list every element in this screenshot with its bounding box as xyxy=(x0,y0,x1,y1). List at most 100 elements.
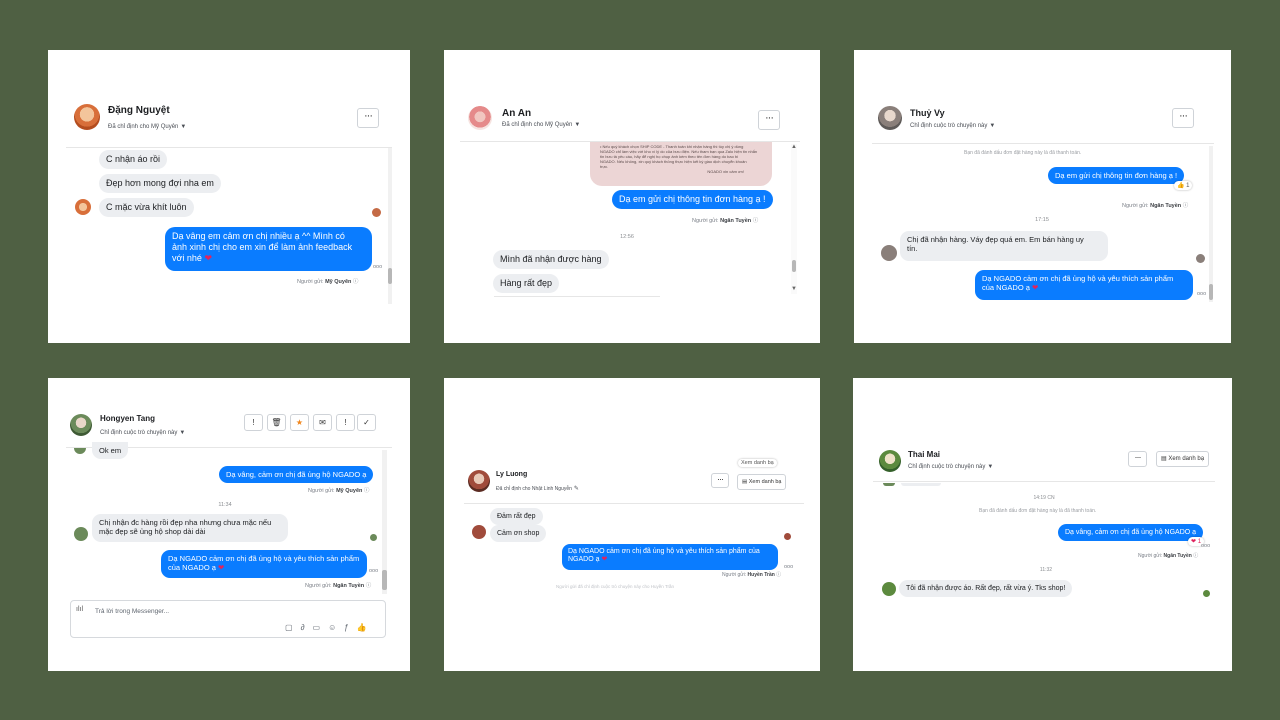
scroll-down-icon[interactable]: ▼ xyxy=(791,286,797,292)
assignment-label[interactable]: Chỉ định cuộc trò chuyện này ▼ xyxy=(910,123,995,129)
avatar[interactable] xyxy=(878,106,902,130)
scrollbar[interactable] xyxy=(1209,146,1213,302)
sender-avatar xyxy=(75,199,91,215)
contact-name[interactable]: Thuỷ Vy xyxy=(910,108,945,118)
contact-name[interactable]: Hongyen Tang xyxy=(100,414,155,423)
timestamp: 12:56 xyxy=(620,234,634,240)
info-icon[interactable]: ⓘ xyxy=(753,218,759,224)
tooltip: Xem danh bạ xyxy=(738,459,777,467)
chat-icon[interactable]: ▭ xyxy=(313,623,329,632)
chat-card-1: Đặng Nguyệt Đã chỉ định cho Mỹ Quyên ▼ ··… xyxy=(48,50,410,343)
incoming-message: Tôi đã nhận được áo. Rất đẹp, rất vừa ý.… xyxy=(899,580,1073,597)
bag-icon[interactable]: ▢ xyxy=(285,623,301,632)
chat-card-2: An An Đã chỉ định cho Mỹ Quyên ▼ ··· • Nế… xyxy=(444,50,820,343)
chat-header: Thuỷ Vy Chỉ định cuộc trò chuyện này ▼ ··… xyxy=(872,94,1214,144)
composer-tools: ▢∂▭☺ƒ👍 xyxy=(285,623,375,632)
caret-down-icon: ▼ xyxy=(989,123,996,129)
info-button[interactable]: ! xyxy=(244,414,263,431)
attach-icon[interactable]: ∂ xyxy=(301,623,313,632)
info-icon[interactable]: ⓘ xyxy=(366,583,372,589)
info-icon[interactable]: ⓘ xyxy=(1193,553,1198,559)
more-options-button[interactable]: ··· xyxy=(758,110,780,130)
contacts-icon: ▤ xyxy=(742,479,748,485)
chat-header: Thai Mai Chỉ định cuộc trò chuyện này ▼ ·… xyxy=(873,440,1215,482)
scrollbar[interactable] xyxy=(382,450,387,594)
chat-card-5: Ly Luong Đã chỉ định cho Nhật Linh Nguyễ… xyxy=(444,378,820,671)
chat-card-3: Thuỷ Vy Chỉ định cuộc trò chuyện này ▼ ··… xyxy=(854,50,1231,343)
incoming-message: C nhận áo rồi xyxy=(99,150,168,169)
chat-window: Đặng Nguyệt Đã chỉ định cho Mỹ Quyên ▼ ··… xyxy=(66,90,392,304)
info-icon[interactable]: ⓘ xyxy=(353,279,359,285)
edit-icon: ✎ xyxy=(573,486,579,492)
contact-name[interactable]: Thai Mai xyxy=(908,450,940,459)
outgoing-message: Dạ NGADO cảm ơn chị đã ủng hộ và yêu thí… xyxy=(161,550,367,578)
chat-header: An An Đã chỉ định cho Mỹ Quyên ▼ ··· xyxy=(460,94,800,142)
more-options-button[interactable]: ··· xyxy=(1128,451,1147,467)
outgoing-message: Dạ vâng, cảm ơn chị đã ủng hộ NGADO ạ xyxy=(1058,524,1204,541)
heart-icon: ❤ xyxy=(204,253,212,263)
info-icon[interactable]: ⓘ xyxy=(1183,203,1189,209)
scroll-thumb[interactable] xyxy=(388,268,392,284)
incoming-message: C mặc vừa khít luôn xyxy=(99,198,194,217)
scroll-thumb[interactable] xyxy=(792,260,796,272)
more-options-button[interactable]: ··· xyxy=(711,473,729,488)
avatar[interactable] xyxy=(70,414,92,436)
sender-info: Người gửi: Ngân Tuyền ⓘ xyxy=(305,583,372,589)
more-options-button[interactable]: ··· xyxy=(357,108,379,128)
trash-icon[interactable]: 🗑 xyxy=(267,414,286,431)
alert-icon[interactable]: ! xyxy=(336,414,355,431)
chat-header: Ly Luong Đã chỉ định cho Nhật Linh Nguyễ… xyxy=(464,456,804,504)
timestamp: 11:34 xyxy=(218,502,232,508)
incoming-message: Hàng rất đẹp xyxy=(493,274,560,293)
assignment-label[interactable]: Chỉ định cuộc trò chuyện này ▼ xyxy=(100,430,185,436)
avatar[interactable] xyxy=(468,106,492,130)
outgoing-message: Dạ NGADO cảm ơn chị đã ủng hộ và yêu thí… xyxy=(975,270,1193,300)
assignment-label[interactable]: Đã chỉ định cho Mỹ Quyên ▼ xyxy=(502,122,580,128)
thumbs-up-icon[interactable]: 👍 xyxy=(357,623,375,632)
caret-down-icon: ▼ xyxy=(179,430,186,436)
avatar[interactable] xyxy=(74,104,100,130)
view-contacts-button[interactable]: ▤ Xem danh bạ xyxy=(737,474,787,490)
outgoing-message: Dạ em gửi chị thông tin đơn hàng ạ ! xyxy=(612,190,773,209)
seen-icon: ooo xyxy=(1197,291,1207,297)
check-icon[interactable]: ✓ xyxy=(357,414,376,431)
scrollbar[interactable] xyxy=(388,148,392,304)
emoji-icon[interactable]: ☺ xyxy=(328,623,344,632)
outgoing-message: Dạ em gửi chị thông tin đơn hàng ạ ! xyxy=(1048,167,1185,184)
more-options-button[interactable]: ··· xyxy=(1172,108,1194,128)
scrollbar[interactable]: ▲ ▼ xyxy=(791,144,797,294)
view-contacts-button[interactable]: ▤ Xem danh bạ xyxy=(1156,451,1210,467)
assignment-label[interactable]: Đã chỉ định cho Nhật Linh Nguyễn ✎ xyxy=(496,485,579,492)
outgoing-message: Dạ vâng, cảm ơn chị đã ủng hộ NGADO ạ xyxy=(219,466,374,483)
contact-name[interactable]: Ly Luong xyxy=(496,471,527,478)
avatar[interactable] xyxy=(879,450,901,472)
reaction-badge[interactable]: 👍 1 xyxy=(1174,181,1193,190)
avatar[interactable] xyxy=(468,470,490,492)
seen-avatar xyxy=(784,533,791,540)
heart-icon: ❤ xyxy=(218,563,225,572)
message-composer[interactable]: ılıl Trả lời trong Messenger... ▢∂▭☺ƒ👍 xyxy=(70,600,386,638)
gif-icon[interactable]: ƒ xyxy=(344,623,356,632)
contact-name[interactable]: Đặng Nguyệt xyxy=(108,105,170,116)
scroll-thumb[interactable] xyxy=(1209,284,1213,300)
incoming-message: Cảm ơn shop xyxy=(490,525,547,542)
incoming-message: Mình đã nhận được hàng xyxy=(493,250,609,269)
info-icon[interactable]: ⓘ xyxy=(364,488,370,494)
mail-icon[interactable]: ✉ xyxy=(313,414,332,431)
composer-input[interactable]: Trả lời trong Messenger... xyxy=(95,608,169,615)
outgoing-message: Dạ vâng em cảm ơn chị nhiều ạ ^^ Mình có… xyxy=(165,227,372,271)
message-fragment xyxy=(883,483,895,486)
info-icon[interactable]: ⓘ xyxy=(776,572,781,578)
assignment-label[interactable]: Chỉ định cuộc trò chuyện này ▼ xyxy=(908,464,993,470)
scroll-up-icon[interactable]: ▲ xyxy=(791,144,797,150)
chat-window: Thai Mai Chỉ định cuộc trò chuyện này ▼ ·… xyxy=(873,440,1215,608)
seen-icon: ooo xyxy=(373,264,383,270)
star-icon[interactable]: ★ xyxy=(290,414,309,431)
chat-window: Hongyen Tang Chỉ định cuộc trò chuyện nà… xyxy=(66,404,392,644)
assignment-label[interactable]: Đã chỉ định cho Mỹ Quyên ▼ xyxy=(108,124,186,130)
audio-wave-icon[interactable]: ılıl xyxy=(76,606,83,613)
contact-name[interactable]: An An xyxy=(502,108,531,119)
system-notice: Người gửi đã chỉ định cuộc trò chuyện nà… xyxy=(556,584,675,589)
scroll-thumb[interactable] xyxy=(382,570,387,590)
heart-icon: ❤ xyxy=(1032,283,1039,292)
